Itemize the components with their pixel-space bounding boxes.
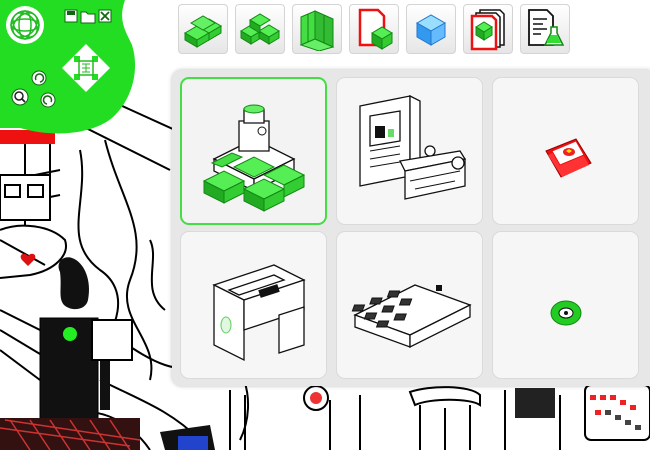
toolbar bbox=[178, 4, 570, 54]
desk-console-icon bbox=[211, 264, 306, 362]
navigation-control-disc bbox=[0, 0, 136, 134]
folder-icon[interactable] bbox=[80, 11, 96, 24]
catalog-item-green-disc[interactable] bbox=[492, 231, 639, 379]
rotate-left-icon[interactable] bbox=[31, 70, 47, 86]
catalog-panel bbox=[172, 70, 650, 386]
glass-cube-tool[interactable] bbox=[406, 4, 456, 54]
logo-sphere-icon[interactable] bbox=[6, 6, 44, 44]
rotate-right-icon[interactable] bbox=[40, 92, 56, 108]
document-block-tool[interactable] bbox=[349, 4, 399, 54]
document-stack-tool[interactable] bbox=[463, 4, 513, 54]
document-flask-tool[interactable] bbox=[520, 4, 570, 54]
document-block-icon bbox=[358, 8, 393, 50]
catalog-grid bbox=[180, 77, 642, 379]
document-stack-icon bbox=[470, 9, 505, 51]
catalog-item-bottle-with-blocks[interactable] bbox=[180, 77, 327, 225]
zoom-icon[interactable] bbox=[11, 88, 29, 106]
close-icon[interactable] bbox=[98, 9, 112, 23]
glass-cube-icon bbox=[415, 14, 447, 46]
catalog-item-desk-console[interactable] bbox=[180, 231, 327, 379]
blocks-arrangement-tool[interactable] bbox=[235, 4, 285, 54]
green-disc-icon bbox=[550, 300, 581, 326]
save-icon[interactable] bbox=[64, 9, 78, 23]
wall-panels-icon bbox=[299, 10, 335, 51]
red-booklet-icon bbox=[544, 138, 592, 178]
catalog-item-red-booklet[interactable] bbox=[492, 77, 639, 225]
bottle-with-blocks-icon bbox=[202, 104, 305, 212]
catalog-item-keypad-tray[interactable] bbox=[336, 231, 483, 379]
keypad-tray-icon bbox=[351, 284, 472, 349]
blocks-cluster-icon bbox=[184, 15, 222, 48]
wall-panels-tool[interactable] bbox=[292, 4, 342, 54]
catalog-item-machine-cabinet[interactable] bbox=[336, 77, 483, 225]
machine-cabinet-icon bbox=[358, 94, 466, 200]
document-flask-icon bbox=[528, 9, 565, 46]
blocks-arrangement-icon bbox=[240, 13, 280, 45]
blocks-cluster-tool[interactable] bbox=[178, 4, 228, 54]
